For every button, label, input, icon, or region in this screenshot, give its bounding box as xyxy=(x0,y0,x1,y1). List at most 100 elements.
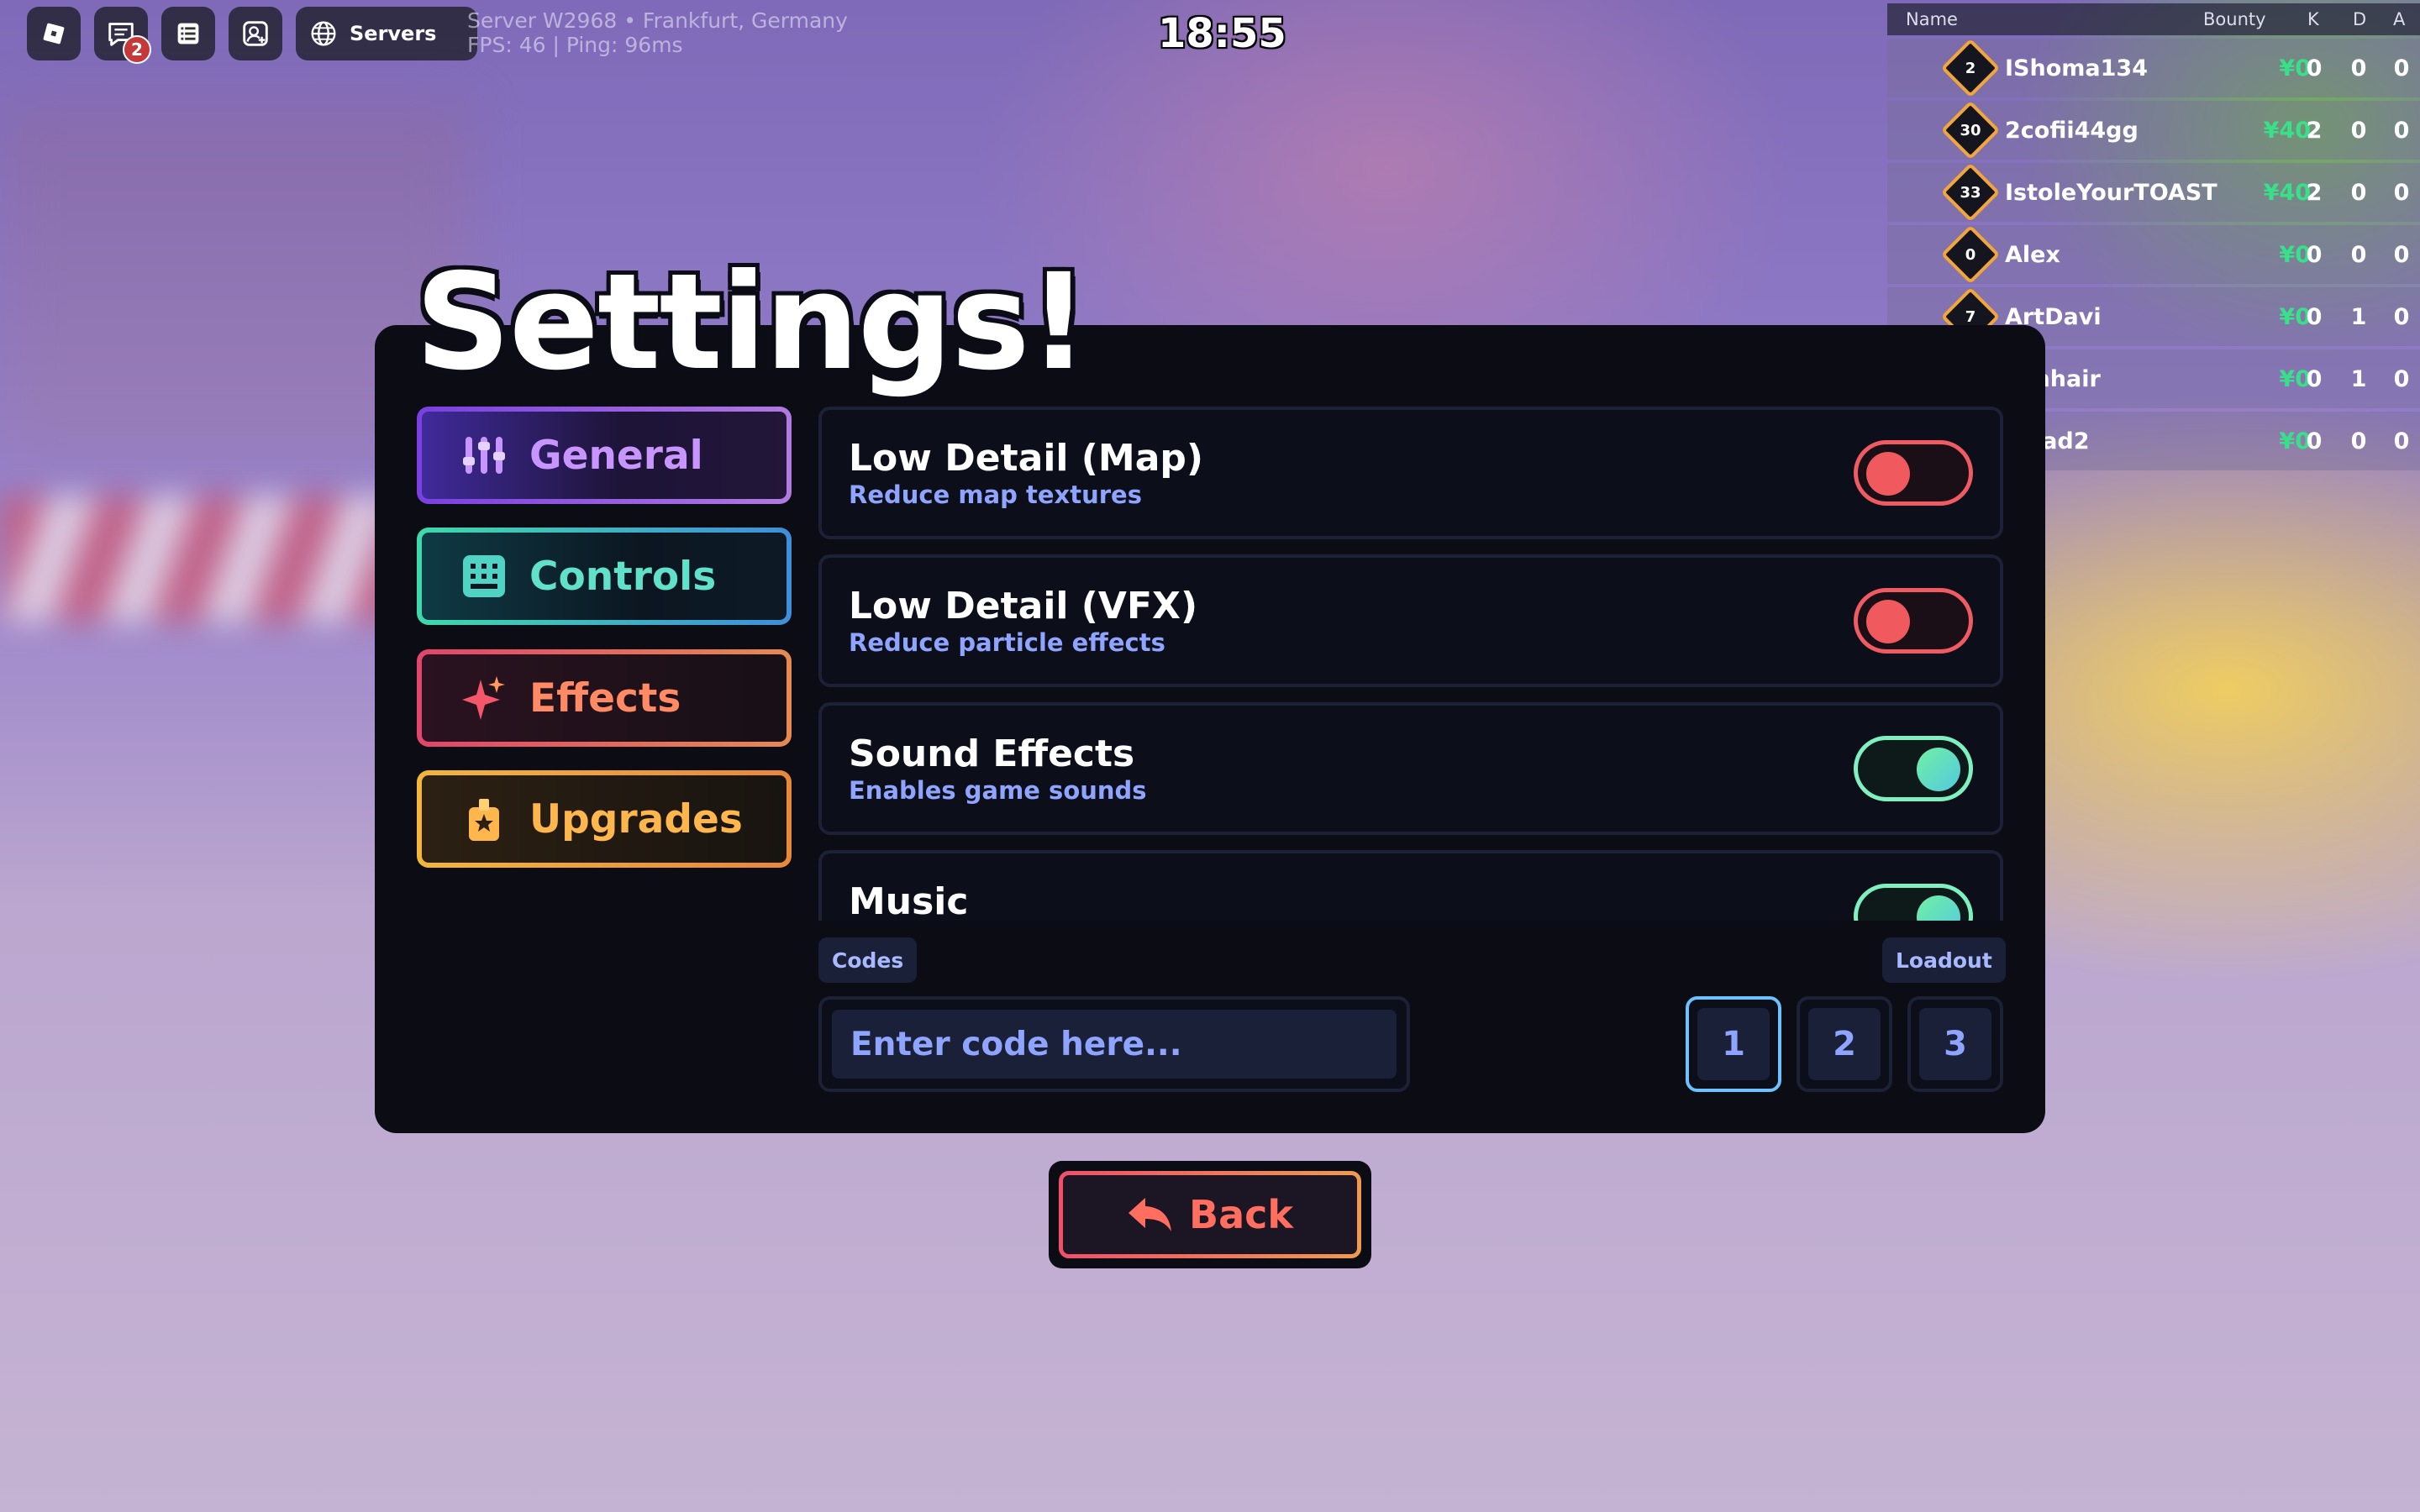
player-name: 2cofii44gg xyxy=(2005,117,2139,144)
player-deaths: 0 xyxy=(2350,241,2367,268)
player-kills: 2 xyxy=(2306,117,2323,144)
option-title: Sound Effects xyxy=(849,732,1135,775)
option-sound-effects: Sound Effects Enables game sounds xyxy=(818,702,2003,835)
player-deaths: 0 xyxy=(2350,179,2367,206)
add-friend-icon xyxy=(243,21,268,46)
fps-ping: FPS: 46 | Ping: 96ms xyxy=(467,33,683,57)
player-deaths: 0 xyxy=(2350,117,2367,144)
player-bounty: ¥40 xyxy=(2263,179,2311,206)
loadout-2-button[interactable]: 2 xyxy=(1797,996,1892,1092)
player-name: Alex xyxy=(2005,241,2060,268)
player-name: IShoma134 xyxy=(2005,55,2148,81)
low-detail-map-toggle[interactable] xyxy=(1854,440,1973,506)
friends-button[interactable] xyxy=(229,7,282,60)
player-deaths: 1 xyxy=(2350,303,2367,330)
toggle-knob xyxy=(1917,895,1960,921)
option-title: Low Detail (Map) xyxy=(849,437,1203,480)
option-low-detail-map: Low Detail (Map) Reduce map textures xyxy=(818,407,2003,539)
tab-effects[interactable]: Effects xyxy=(417,649,792,747)
leaderboard-header: Name Bounty K D A xyxy=(1887,3,2420,35)
servers-label: Servers xyxy=(350,22,437,45)
chat-button[interactable]: 2 xyxy=(94,7,151,64)
player-assists: 0 xyxy=(2393,55,2410,81)
loadout-label: Loadout xyxy=(1882,937,2006,983)
sliders-icon xyxy=(463,437,505,474)
player-kills: 0 xyxy=(2306,303,2323,330)
tab-effects-label: Effects xyxy=(529,675,681,722)
back-button[interactable]: Back xyxy=(1059,1171,1361,1258)
header-bounty: Bounty xyxy=(2203,9,2266,29)
rank-value: 33 xyxy=(1960,183,1981,202)
loadout-1-button[interactable]: 1 xyxy=(1686,996,1781,1092)
loadout-3-button[interactable]: 3 xyxy=(1907,996,2003,1092)
return-arrow-icon xyxy=(1128,1198,1172,1231)
player-assists: 0 xyxy=(2393,365,2410,392)
back-button-frame: Back xyxy=(1049,1161,1371,1268)
option-title: Low Detail (VFX) xyxy=(849,585,1198,627)
music-toggle[interactable] xyxy=(1854,884,1973,921)
servers-button[interactable]: Servers xyxy=(296,7,477,60)
option-low-detail-vfx: Low Detail (VFX) Reduce particle effects xyxy=(818,554,2003,687)
settings-options-list[interactable]: Low Detail (Map) Reduce map textures Low… xyxy=(818,407,2003,921)
player-assists: 0 xyxy=(2393,303,2410,330)
codes-label: Codes xyxy=(818,937,918,983)
player-kills: 0 xyxy=(2306,428,2323,454)
toggle-knob xyxy=(1917,748,1960,791)
player-bounty: ¥0 xyxy=(2279,303,2311,330)
header-a: A xyxy=(2393,9,2406,29)
upgrade-badge-icon xyxy=(469,799,499,841)
roblox-menu-button[interactable] xyxy=(27,7,81,60)
option-title: Music xyxy=(849,880,969,921)
back-label: Back xyxy=(1189,1192,1293,1237)
player-kills: 0 xyxy=(2306,55,2323,81)
loadout-number: 1 xyxy=(1697,1008,1770,1080)
code-box xyxy=(818,996,1410,1092)
game-clock: 18:55 xyxy=(1158,10,1286,57)
low-detail-vfx-toggle[interactable] xyxy=(1854,588,1973,654)
server-location: Server W2968 • Frankfurt, Germany xyxy=(467,8,848,33)
background-barrier xyxy=(0,496,395,622)
header-d: D xyxy=(2353,9,2367,29)
player-bounty: ¥0 xyxy=(2279,241,2311,268)
loadout-number: 3 xyxy=(1919,1008,1991,1080)
tab-controls[interactable]: Controls xyxy=(417,528,792,625)
player-bounty: ¥0 xyxy=(2279,365,2311,392)
roblox-logo-icon xyxy=(43,23,65,45)
player-bounty: ¥0 xyxy=(2279,428,2311,454)
tab-upgrades-label: Upgrades xyxy=(529,795,743,843)
player-deaths: 1 xyxy=(2350,365,2367,392)
sparkles-icon xyxy=(462,676,505,720)
header-k: K xyxy=(2307,9,2319,29)
option-description: Reduce particle effects xyxy=(849,628,1165,657)
leaderboard-row[interactable]: 2 IShoma134 ¥0 0 0 0 xyxy=(1887,38,2420,98)
tab-general[interactable]: General xyxy=(417,407,792,504)
leaderboard-row[interactable]: 33 IstoleYourTOAST ¥40 2 0 0 xyxy=(1887,162,2420,223)
sound-effects-toggle[interactable] xyxy=(1854,736,1973,801)
toggle-knob xyxy=(1866,452,1910,496)
leaderboard-row[interactable]: 30 2cofii44gg ¥40 2 0 0 xyxy=(1887,100,2420,160)
player-name: IstoleYourTOAST xyxy=(2005,179,2217,206)
toggle-knob xyxy=(1866,600,1910,643)
leaderboard-row[interactable]: 0 Alex ¥0 0 0 0 xyxy=(1887,224,2420,285)
player-deaths: 0 xyxy=(2350,428,2367,454)
player-assists: 0 xyxy=(2393,179,2410,206)
chat-badge: 2 xyxy=(123,35,151,64)
code-input[interactable] xyxy=(832,1010,1397,1079)
leaderboard-toggle-button[interactable] xyxy=(161,7,215,60)
globe-icon xyxy=(311,21,336,46)
rank-value: 2 xyxy=(1965,59,1976,77)
tab-general-label: General xyxy=(529,432,703,479)
tab-controls-label: Controls xyxy=(529,553,717,600)
top-bar: 2 Servers xyxy=(27,7,477,64)
player-assists: 0 xyxy=(2393,241,2410,268)
player-bounty: ¥0 xyxy=(2279,55,2311,81)
player-bounty: ¥40 xyxy=(2263,117,2311,144)
keyboard-icon xyxy=(463,555,505,597)
tab-upgrades[interactable]: Upgrades xyxy=(417,770,792,868)
player-kills: 0 xyxy=(2306,365,2323,392)
option-music: Music xyxy=(818,850,2003,921)
header-name: Name xyxy=(1906,9,1958,29)
list-icon xyxy=(177,23,199,45)
rank-value: 0 xyxy=(1965,245,1976,264)
rank-value: 7 xyxy=(1965,307,1976,326)
